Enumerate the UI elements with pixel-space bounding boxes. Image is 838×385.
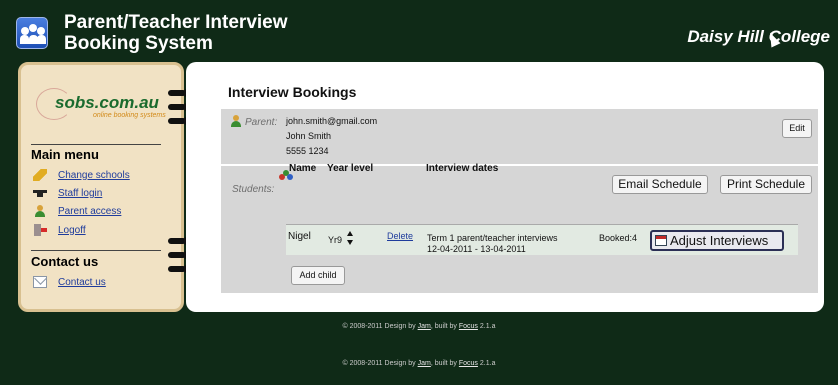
- table-row: Nigel Yr9 Delete Term 1 parent/teacher i…: [286, 225, 798, 255]
- main-panel: Interview Bookings Parent: john.smith@gm…: [186, 62, 824, 312]
- footer-version: 2.1.a: [479, 323, 496, 330]
- student-name: Nigel: [288, 231, 311, 242]
- pencil-icon: [33, 169, 47, 181]
- main-menu-divider: [31, 144, 161, 145]
- delete-link[interactable]: Delete: [387, 231, 413, 241]
- sidebar-item-parent-access[interactable]: Parent access: [33, 203, 121, 219]
- sidebar-item-label: Change schools: [58, 169, 130, 181]
- sidebar-item-label: Parent access: [58, 205, 122, 217]
- footer-middle: , built by: [430, 360, 457, 367]
- contact-divider: [31, 250, 161, 251]
- print-schedule-button[interactable]: Print Schedule: [720, 175, 812, 194]
- booked-count: Booked:4: [599, 233, 638, 243]
- sobs-tagline: online booking systems: [93, 112, 166, 119]
- parent-icon: [229, 115, 243, 127]
- parent-section: Parent: john.smith@gmail.com John Smith …: [221, 109, 818, 164]
- footer-copyright: © 2008-2011 Design by Jam, built by Focu…: [0, 323, 838, 330]
- adjust-interviews-label: Adjust Interviews: [670, 233, 769, 248]
- page: Parent/Teacher Interview Booking System …: [0, 0, 838, 385]
- college-name: Daisy Hill College: [687, 27, 830, 46]
- binder-ring-icon: [168, 117, 191, 125]
- envelope-icon: [33, 276, 47, 288]
- logoff-icon: [33, 224, 47, 236]
- footer-middle: , built by: [430, 323, 457, 330]
- interview-title: Term 1 parent/teacher interviews: [427, 233, 558, 243]
- students-label: Students:: [232, 184, 275, 195]
- footer-prefix: © 2008-2011 Design by: [342, 360, 416, 367]
- column-header-name: Name: [289, 163, 317, 174]
- footer-built-link[interactable]: Focus: [459, 323, 478, 330]
- footer-copyright-repeat: © 2008-2011 Design by Jam, built by Focu…: [0, 360, 838, 367]
- sidebar: sobs.com.au online booking systems Main …: [18, 62, 184, 312]
- binder-ring-icon: [168, 251, 191, 259]
- binder-ring-icon: [168, 89, 191, 97]
- edit-button[interactable]: Edit: [782, 119, 812, 138]
- page-title: Interview Bookings: [228, 84, 357, 100]
- sidebar-item-change-schools[interactable]: Change schools: [33, 167, 130, 183]
- column-header-year-level: Year level: [327, 163, 374, 174]
- calendar-icon: [655, 235, 667, 246]
- parent-label: Parent:: [245, 117, 278, 128]
- app-title-line1: Parent/Teacher Interview: [64, 12, 288, 33]
- header: Parent/Teacher Interview Booking System …: [0, 0, 838, 62]
- parent-icon: [33, 205, 47, 217]
- footer-design-link[interactable]: Jam: [418, 323, 431, 330]
- parent-email: john.smith@gmail.com: [286, 116, 378, 126]
- email-schedule-button[interactable]: Email Schedule: [612, 175, 708, 194]
- binder-ring-icon: [168, 103, 191, 111]
- sidebar-item-staff-login[interactable]: Staff login: [33, 185, 102, 201]
- year-level-stepper[interactable]: [347, 231, 353, 247]
- parent-name: John Smith: [286, 131, 332, 141]
- main-menu-heading: Main menu: [31, 147, 99, 162]
- graduation-cap-icon: [33, 187, 47, 199]
- add-child-button[interactable]: Add child: [291, 266, 345, 285]
- contact-heading: Contact us: [31, 254, 99, 269]
- interview-dates: 12-04-2011 - 13-04-2011: [427, 244, 526, 254]
- binder-ring-icon: [168, 265, 191, 273]
- sidebar-item-contact-us[interactable]: Contact us: [33, 274, 106, 290]
- adjust-interviews-button[interactable]: Adjust Interviews: [650, 230, 784, 251]
- sidebar-item-logoff[interactable]: Logoff: [33, 222, 86, 238]
- sidebar-item-label: Logoff: [58, 224, 86, 236]
- binder-ring-icon: [168, 237, 191, 245]
- app-logo-icon: [16, 17, 48, 49]
- app-title: Parent/Teacher Interview Booking System: [64, 12, 288, 54]
- sobs-brand: sobs.com.au: [55, 93, 159, 112]
- sidebar-item-label: Contact us: [58, 276, 106, 288]
- footer-built-link[interactable]: Focus: [459, 360, 478, 367]
- sidebar-item-label: Staff login: [58, 187, 103, 199]
- app-title-line2: Booking System: [64, 33, 213, 54]
- parent-phone: 5555 1234: [286, 146, 329, 156]
- sobs-logo[interactable]: sobs.com.au online booking systems: [33, 86, 173, 126]
- column-header-interview-dates: Interview dates: [426, 163, 499, 174]
- footer-prefix: © 2008-2011 Design by: [342, 323, 416, 330]
- year-level-value: Yr9: [328, 235, 343, 245]
- footer-design-link[interactable]: Jam: [418, 360, 431, 367]
- footer-version: 2.1.a: [479, 360, 496, 367]
